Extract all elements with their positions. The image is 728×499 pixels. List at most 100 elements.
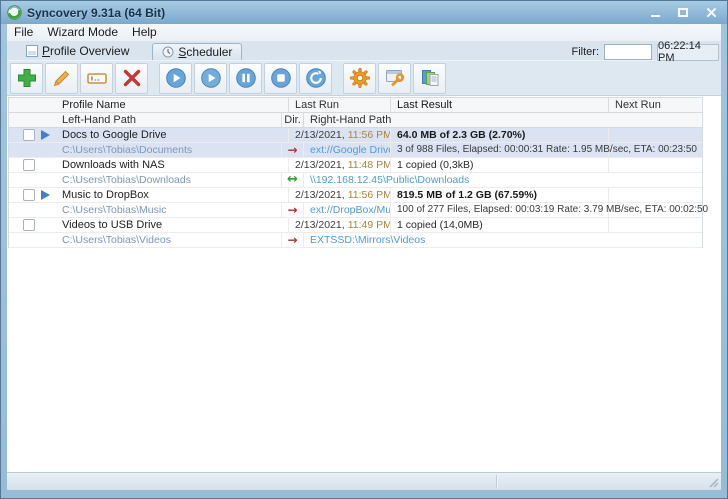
profile-name: Docs to Google Drive	[56, 128, 289, 142]
profile-row-paths[interactable]: C:\Users\Tobias\Downloads ↔ \\192.168.12…	[9, 173, 702, 188]
profile-name: Downloads with NAS	[56, 158, 289, 172]
profile-row[interactable]: Docs to Google Drive 2/13/2021, 11:56 PM…	[9, 128, 702, 143]
next-run-cell	[609, 128, 702, 142]
profile-name: Music to DropBox	[56, 188, 289, 202]
documents-icon	[421, 70, 438, 86]
header-last-result[interactable]: Last Result	[391, 98, 609, 112]
right-path: ext://DropBox/Music	[304, 203, 391, 217]
menu-wizard-mode[interactable]: Wizard Mode	[40, 24, 125, 41]
profile-row[interactable]: Music to DropBox 2/13/2021, 11:56 PM 819…	[9, 188, 702, 203]
tab-label: Profile Overview	[42, 44, 130, 58]
profiles-table: Profile Name Last Run Last Result Next R…	[7, 96, 721, 472]
status-bar	[7, 472, 721, 490]
close-icon	[706, 8, 716, 17]
header-right-path[interactable]: Right-Hand Path	[304, 113, 702, 127]
last-run-cell: 2/13/2021, 11:49 PM	[289, 218, 391, 232]
profile-checkbox[interactable]	[23, 189, 35, 201]
profile-row[interactable]: Videos to USB Drive 2/13/2021, 11:49 PM …	[9, 218, 702, 233]
row-gutter	[9, 188, 56, 202]
profile-row-paths[interactable]: C:\Users\Tobias\Documents → ext://Google…	[9, 143, 702, 158]
last-result-cell: 819.5 MB of 1.2 GB (67.59%)	[391, 188, 609, 202]
left-path: C:\Users\Tobias\Documents	[56, 143, 282, 157]
settings-button[interactable]	[343, 62, 376, 94]
profile-row-paths[interactable]: C:\Users\Tobias\Videos → EXTSSD:\Mirrors…	[9, 233, 702, 248]
menu-help[interactable]: Help	[125, 24, 164, 41]
program-settings-button[interactable]	[378, 62, 411, 94]
left-path: C:\Users\Tobias\Videos	[56, 233, 282, 247]
header-next-run[interactable]: Next Run	[609, 98, 702, 112]
menu-file[interactable]: File	[7, 24, 40, 41]
profile-row-paths[interactable]: C:\Users\Tobias\Music → ext://DropBox/Mu…	[9, 203, 708, 218]
left-path: C:\Users\Tobias\Music	[56, 203, 282, 217]
profile-checkbox[interactable]	[23, 159, 35, 171]
minimize-button[interactable]	[647, 5, 663, 20]
row-gutter	[9, 218, 56, 232]
pause-button[interactable]	[229, 62, 262, 94]
add-profile-button[interactable]	[10, 62, 43, 94]
resize-grip[interactable]	[707, 476, 720, 489]
direction-arrow-icon: ↔	[282, 173, 304, 187]
clock-display: 06:22:14 PM	[657, 40, 719, 64]
profile-list-icon	[26, 45, 38, 57]
clock-icon	[162, 46, 174, 58]
app-window: Syncovery 9.31a (64 Bit) File Wizard Mod…	[0, 0, 728, 499]
client-area: File Wizard Mode Help Profile Overview S…	[7, 24, 721, 490]
copy-profiles-button[interactable]	[413, 62, 446, 94]
profile-name: Videos to USB Drive	[56, 218, 289, 232]
last-run-cell: 2/13/2021, 11:56 PM	[289, 188, 391, 202]
running-indicator-icon	[41, 190, 50, 200]
header-left-path[interactable]: Left-Hand Path	[56, 113, 282, 127]
header-dir[interactable]: Dir.	[282, 113, 304, 127]
close-button[interactable]	[703, 5, 719, 20]
profile-checkbox[interactable]	[23, 129, 35, 141]
last-run-cell: 2/13/2021, 11:48 PM	[289, 158, 391, 172]
run-attended-button[interactable]	[194, 62, 227, 94]
tab-strip: Profile Overview Scheduler Filter: 06:22…	[7, 40, 721, 64]
play-circle-icon	[165, 68, 186, 88]
rename-profile-button[interactable]	[80, 62, 113, 94]
red-x-icon	[123, 69, 140, 87]
direction-arrow-icon: →	[282, 233, 304, 247]
right-path: \\192.168.12.45\Public\Downloads	[310, 174, 470, 186]
table-header-row: Profile Name Last Run Last Result Next R…	[9, 98, 702, 113]
maximize-button[interactable]	[675, 5, 691, 20]
profile-row[interactable]: Downloads with NAS 2/13/2021, 11:48 PM 1…	[9, 158, 702, 173]
title-bar: Syncovery 9.31a (64 Bit)	[1, 1, 727, 24]
run-button[interactable]	[159, 62, 192, 94]
header-last-run[interactable]: Last Run	[289, 98, 391, 112]
next-run-cell	[609, 188, 702, 202]
pencil-icon	[53, 70, 69, 87]
next-run-cell	[609, 158, 702, 172]
progress-detail: 3 of 988 Files, Elapsed: 00:00:31 Rate: …	[391, 143, 697, 157]
right-path: EXTSSD:\Mirrors\Videos	[310, 234, 426, 246]
last-result-cell: 64.0 MB of 2.3 GB (2.70%)	[391, 128, 609, 142]
last-result-cell: 1 copied (0,3kB)	[391, 158, 609, 172]
progress-detail: 100 of 277 Files, Elapsed: 00:03:19 Rate…	[391, 203, 708, 217]
tab-profile-overview[interactable]: Profile Overview	[17, 42, 138, 60]
orange-gear-icon	[349, 67, 370, 89]
refresh-circle-icon	[305, 68, 326, 88]
pause-circle-icon	[235, 68, 256, 88]
edit-profile-button[interactable]	[45, 62, 78, 94]
last-run-cell: 2/13/2021, 11:56 PM	[289, 128, 391, 142]
header-profile-name[interactable]: Profile Name	[56, 98, 289, 112]
delete-profile-button[interactable]	[115, 62, 148, 94]
row-gutter	[9, 128, 56, 142]
last-result-cell: 1 copied (14,0MB)	[391, 218, 609, 232]
filter-input[interactable]	[604, 44, 652, 60]
table-subheader-row: Left-Hand Path Dir. Right-Hand Path	[9, 113, 702, 128]
play-circle-icon	[200, 68, 221, 88]
tab-scheduler[interactable]: Scheduler	[152, 43, 243, 60]
direction-arrow-icon: →	[282, 143, 304, 157]
header-gutter	[9, 98, 56, 112]
restart-button[interactable]	[299, 62, 332, 94]
toolbar	[7, 60, 721, 96]
tab-label: Scheduler	[178, 45, 233, 59]
profile-checkbox[interactable]	[23, 219, 35, 231]
window-title: Syncovery 9.31a (64 Bit)	[27, 5, 166, 20]
status-bar-divider	[496, 475, 497, 488]
next-run-cell	[609, 218, 702, 232]
left-path: C:\Users\Tobias\Downloads	[56, 173, 282, 187]
stop-button[interactable]	[264, 62, 297, 94]
row-gutter	[9, 158, 56, 172]
